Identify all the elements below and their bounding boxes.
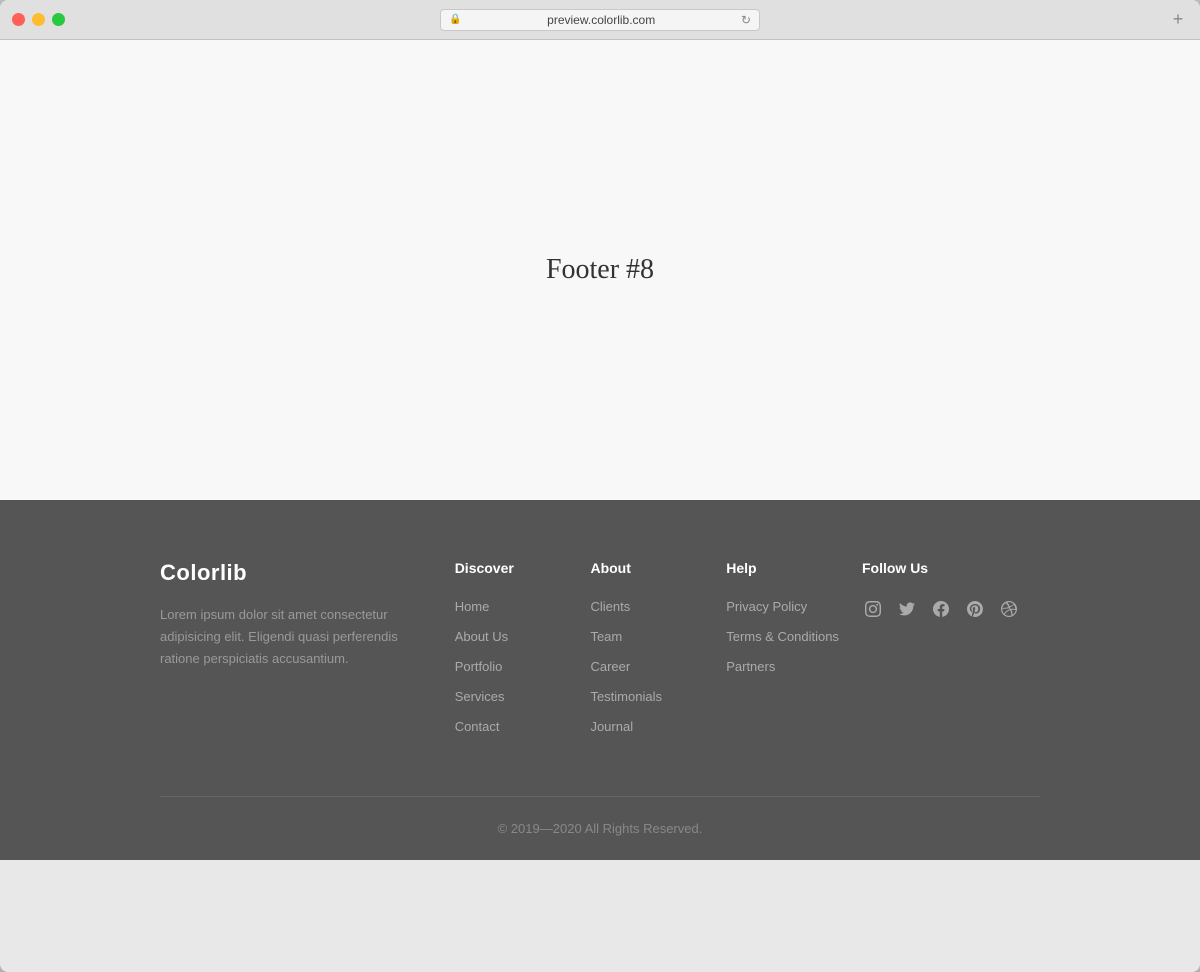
- footer-brand-column: Colorlib Lorem ipsum dolor sit amet cons…: [160, 560, 455, 736]
- discover-link-portfolio[interactable]: Portfolio: [455, 659, 503, 674]
- about-link-journal[interactable]: Journal: [590, 719, 633, 734]
- facebook-icon[interactable]: [930, 598, 952, 620]
- discover-links: Home About Us Portfolio Services Contact: [455, 598, 571, 736]
- about-heading: About: [590, 560, 706, 576]
- footer-discover-column: Discover Home About Us Portfolio Service…: [455, 560, 591, 736]
- footer-help-column: Help Privacy Policy Terms & Conditions P…: [726, 560, 862, 736]
- browser-window: 🔒 preview.colorlib.com ↻ + Footer #8 Col…: [0, 0, 1200, 972]
- help-heading: Help: [726, 560, 842, 576]
- page-body: Footer #8: [0, 40, 1200, 500]
- discover-heading: Discover: [455, 560, 571, 576]
- help-link-terms[interactable]: Terms & Conditions: [726, 629, 839, 644]
- url-text: preview.colorlib.com: [467, 13, 734, 27]
- dribbble-icon[interactable]: [998, 598, 1020, 620]
- about-link-team[interactable]: Team: [590, 629, 622, 644]
- about-links: Clients Team Career Testimonials Journal: [590, 598, 706, 736]
- footer-bottom: © 2019—2020 All Rights Reserved.: [0, 797, 1200, 860]
- lock-icon: 🔒: [449, 14, 461, 25]
- discover-link-services[interactable]: Services: [455, 689, 505, 704]
- twitter-icon[interactable]: [896, 598, 918, 620]
- footer-about-column: About Clients Team Career Testimonials J…: [590, 560, 726, 736]
- close-button[interactable]: [12, 13, 25, 26]
- page-title: Footer #8: [546, 254, 654, 286]
- about-link-career[interactable]: Career: [590, 659, 630, 674]
- discover-link-contact[interactable]: Contact: [455, 719, 500, 734]
- discover-link-about[interactable]: About Us: [455, 629, 508, 644]
- browser-traffic-lights: [12, 13, 65, 26]
- footer: Colorlib Lorem ipsum dolor sit amet cons…: [0, 500, 1200, 860]
- about-link-clients[interactable]: Clients: [590, 599, 630, 614]
- minimize-button[interactable]: [32, 13, 45, 26]
- pinterest-icon[interactable]: [964, 598, 986, 620]
- follow-heading: Follow Us: [862, 560, 1020, 576]
- brand-name: Colorlib: [160, 560, 415, 586]
- instagram-icon[interactable]: [862, 598, 884, 620]
- help-links: Privacy Policy Terms & Conditions Partne…: [726, 598, 842, 676]
- copyright-text: © 2019—2020 All Rights Reserved.: [0, 821, 1200, 836]
- footer-follow-column: Follow Us: [862, 560, 1040, 736]
- brand-description: Lorem ipsum dolor sit amet consectetur a…: [160, 604, 415, 670]
- refresh-icon[interactable]: ↻: [741, 13, 751, 27]
- help-link-privacy[interactable]: Privacy Policy: [726, 599, 807, 614]
- browser-titlebar: 🔒 preview.colorlib.com ↻ +: [0, 0, 1200, 40]
- help-link-partners[interactable]: Partners: [726, 659, 775, 674]
- discover-link-home[interactable]: Home: [455, 599, 490, 614]
- social-icons: [862, 598, 1020, 620]
- about-link-testimonials[interactable]: Testimonials: [590, 689, 662, 704]
- new-tab-button[interactable]: +: [1168, 10, 1188, 30]
- address-bar[interactable]: 🔒 preview.colorlib.com ↻: [440, 9, 760, 31]
- maximize-button[interactable]: [52, 13, 65, 26]
- footer-main: Colorlib Lorem ipsum dolor sit amet cons…: [120, 560, 1080, 796]
